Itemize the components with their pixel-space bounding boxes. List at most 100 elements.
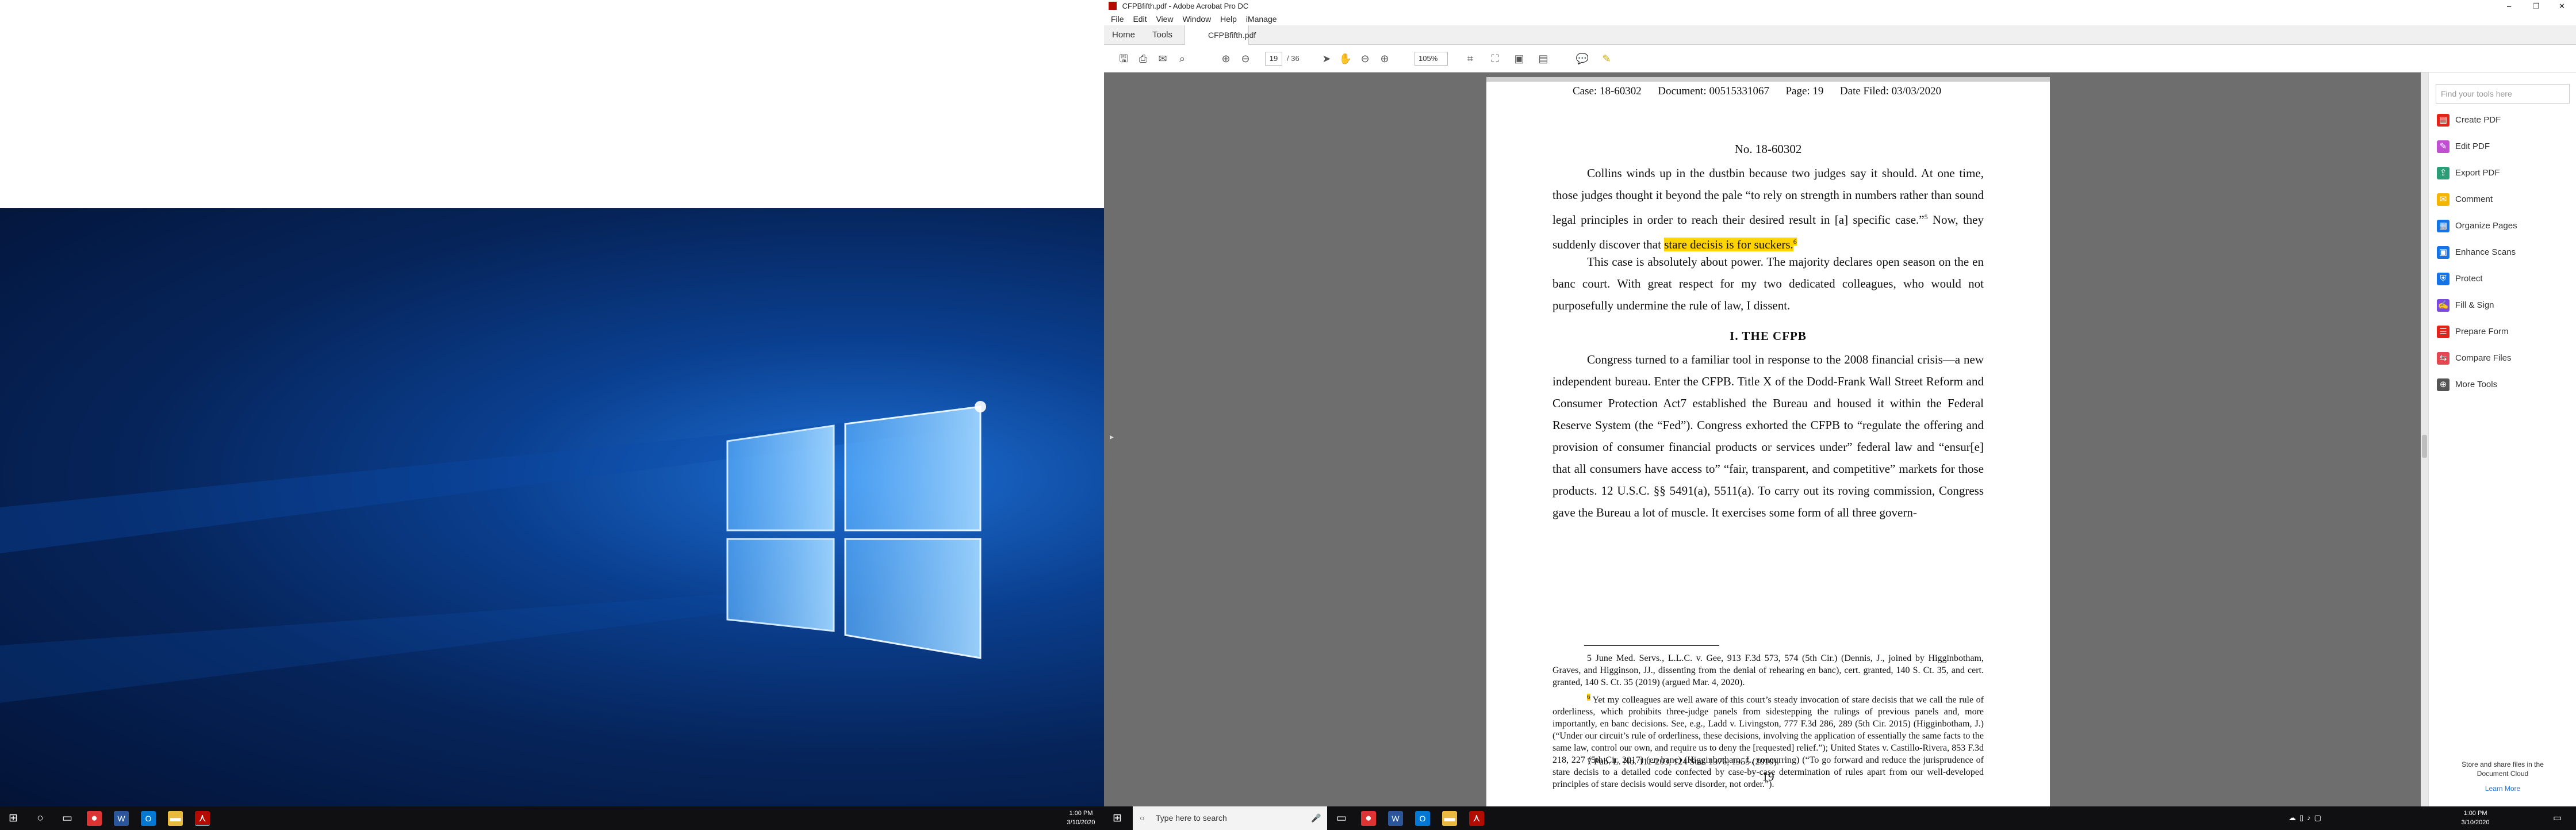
file-explorer-icon[interactable]: ▬	[1442, 811, 1457, 826]
fit-page-icon[interactable]: ⛶	[1488, 52, 1502, 66]
left-taskbar: ⊞ ○ ▭ ● W O ▬ ⋏ 1:00 PM 3/10/2020	[0, 806, 1104, 830]
zoom-select[interactable]: 105%	[1414, 52, 1448, 66]
scrollbar-thumb[interactable]	[2422, 435, 2427, 458]
enhance-scans-tool[interactable]: ▣ Enhance Scans	[2437, 244, 2516, 261]
menu-help[interactable]: Help	[1220, 13, 1237, 25]
word-icon[interactable]: W	[1388, 811, 1403, 826]
network-icon[interactable]: ▯	[2299, 813, 2307, 822]
cloud-promo-line-1: Store and share files in the	[2462, 760, 2544, 768]
more-tools-tool[interactable]: ⊕ More Tools	[2437, 376, 2497, 393]
document-tab-label: CFPBfifth.pdf	[1208, 30, 1256, 40]
minimize-button[interactable]: –	[2507, 0, 2511, 13]
tab-tools[interactable]: Tools	[1152, 28, 1172, 43]
more-tools-icon: ⊕	[2437, 378, 2450, 392]
paragraph-2: This case is absolutely about power. The…	[1552, 255, 1984, 312]
highlighted-text[interactable]: stare decisis is for suckers.	[1664, 238, 1793, 251]
docket-number: No. 18-60302	[1734, 142, 1802, 156]
search-icon[interactable]: ⌕	[1175, 52, 1189, 66]
acrobat-taskbar-icon[interactable]: ⋏	[195, 811, 210, 826]
comment-tool[interactable]: ✉ Comment	[2437, 191, 2493, 208]
left-clock: 1:00 PM 3/10/2020	[1058, 809, 1104, 827]
volume-icon[interactable]: ♪	[2307, 813, 2314, 822]
tab-home[interactable]: Home	[1112, 28, 1135, 43]
more-tools-label: More Tools	[2455, 380, 2498, 389]
email-icon[interactable]: ✉	[1156, 52, 1170, 66]
zoom-out-icon[interactable]: ⊖	[1358, 52, 1372, 66]
comment-icon[interactable]: 💬	[1575, 52, 1589, 66]
protect-label: Protect	[2455, 274, 2483, 284]
right-clock-date: 3/10/2020	[2461, 819, 2490, 826]
page-total: / 36	[1287, 54, 1300, 63]
previous-page-icon[interactable]: ⊕	[1219, 52, 1233, 66]
outlook-icon[interactable]: O	[141, 811, 156, 826]
edit-pdf-tool[interactable]: ✎ Edit PDF	[2437, 138, 2490, 155]
chrome-icon[interactable]: ●	[1361, 811, 1376, 826]
next-page-icon[interactable]: ⊖	[1239, 52, 1252, 66]
select-cursor-icon[interactable]: ➤	[1320, 52, 1333, 66]
prepare-form-icon: ☰	[2437, 326, 2450, 339]
prepare-form-tool[interactable]: ☰ Prepare Form	[2437, 323, 2509, 341]
export-pdf-tool[interactable]: ⇪ Export PDF	[2437, 165, 2500, 182]
outlook-icon[interactable]: O	[1415, 811, 1430, 826]
full-screen-icon[interactable]: ▣	[1512, 52, 1526, 66]
highlight-icon[interactable]: ✎	[1600, 52, 1613, 66]
chrome-icon[interactable]: ●	[87, 811, 102, 826]
case-header: Case: 18-60302 Document: 00515331067 Pag…	[1573, 85, 1942, 97]
menu-window[interactable]: Window	[1182, 13, 1211, 25]
system-tray: ☁▯♪▢	[2288, 813, 2325, 823]
crop-icon[interactable]: ⌗	[1463, 52, 1477, 66]
tab-document[interactable]: CFPBfifth.pdf ×	[1184, 25, 1256, 59]
page-number-input[interactable]: 19	[1265, 52, 1282, 66]
screen: ⊞ ○ ▭ ● W O ▬ ⋏ 1:00 PM 3/10/2020 CFPBfi…	[0, 0, 2576, 830]
learn-more-link[interactable]: Learn More	[2429, 784, 2576, 793]
microphone-icon[interactable]: 🎤	[1311, 806, 1321, 830]
left-clock-time: 1:00 PM	[1069, 810, 1093, 817]
action-center-icon[interactable]: ▭	[2553, 812, 2562, 824]
acrobat-logo-icon	[1109, 2, 1117, 10]
hand-tool-icon[interactable]: ✋	[1339, 52, 1352, 66]
right-clock-time: 1:00 PM	[2463, 810, 2487, 817]
compare-files-tool[interactable]: ⇆ Compare Files	[2437, 350, 2512, 367]
cortana-icon[interactable]: ○	[33, 811, 48, 826]
export-pdf-label: Export PDF	[2455, 168, 2500, 178]
onedrive-icon[interactable]: ☁	[2288, 813, 2299, 822]
windows-start-icon[interactable]: ⊞	[6, 811, 21, 826]
toolbar: 🖫 ⎙ ✉ ⌕ ⊕ ⊖ 19 / 36 ➤ ✋ ⊖ ⊕ 105% ⌗ ⛶ ▣ ▤…	[1104, 45, 2576, 72]
tools-search-input[interactable]: Find your tools here	[2436, 84, 2570, 104]
edit-pdf-icon: ✎	[2437, 140, 2450, 154]
export-pdf-icon: ⇪	[2437, 167, 2450, 180]
protect-tool[interactable]: ⛨ Protect	[2437, 270, 2483, 288]
menu-edit[interactable]: Edit	[1133, 13, 1147, 25]
task-view-icon[interactable]: ▭	[1334, 811, 1349, 826]
close-button[interactable]: ✕	[2559, 0, 2565, 13]
create-pdf-tool[interactable]: ▤ Create PDF	[2437, 112, 2501, 129]
fill-sign-icon: ✍	[2437, 299, 2450, 312]
fill-sign-tool[interactable]: ✍ Fill & Sign	[2437, 297, 2494, 314]
vertical-scrollbar[interactable]	[2421, 72, 2428, 806]
acrobat-taskbar-icon[interactable]: ⋏	[1469, 811, 1484, 826]
menu-file[interactable]: File	[1111, 13, 1124, 25]
menu-imanage[interactable]: iManage	[1246, 13, 1277, 25]
menu-view[interactable]: View	[1156, 13, 1173, 25]
taskbar-search-box[interactable]: ○ Type here to search 🎤	[1133, 806, 1327, 830]
window-title: CFPBfifth.pdf - Adobe Acrobat Pro DC	[1122, 2, 1249, 10]
footnote-5: 5 June Med. Servs., L.L.C. v. Gee, 913 F…	[1552, 653, 1984, 687]
save-icon[interactable]: 🖫	[1117, 52, 1130, 66]
task-view-icon[interactable]: ▭	[60, 811, 75, 826]
read-mode-icon[interactable]: ▤	[1536, 52, 1550, 66]
notifications-icon[interactable]: ▢	[2314, 813, 2325, 822]
desktop-wallpaper	[0, 208, 1104, 806]
expand-left-pane-icon[interactable]: ▸	[1110, 432, 1114, 442]
create-pdf-label: Create PDF	[2455, 115, 2501, 125]
page-number-footer: 19	[1762, 770, 1774, 783]
windows-start-icon[interactable]: ⊞	[1110, 811, 1125, 826]
word-icon[interactable]: W	[114, 811, 129, 826]
section-heading: I. THE CFPB	[1730, 329, 1807, 343]
maximize-button[interactable]: ❐	[2533, 0, 2540, 13]
right-taskbar: ⊞ ○ Type here to search 🎤 ▭ ● W O ▬ ⋏ ☁▯…	[1104, 806, 2576, 830]
file-explorer-icon[interactable]: ▬	[168, 811, 183, 826]
print-icon[interactable]: ⎙	[1136, 52, 1150, 66]
organize-pages-tool[interactable]: ▦ Organize Pages	[2437, 217, 2517, 235]
zoom-in-icon[interactable]: ⊕	[1378, 52, 1392, 66]
footnote-divider	[1584, 645, 1719, 646]
